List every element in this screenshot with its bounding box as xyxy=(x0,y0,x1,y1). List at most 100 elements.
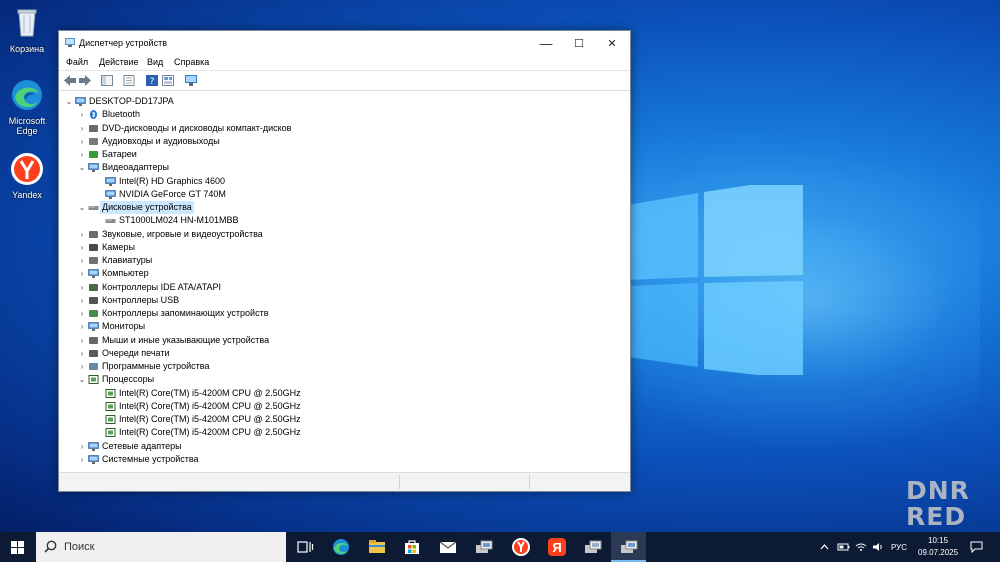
tree-item-label: Звуковые, игровые и видеоустройства xyxy=(102,228,263,239)
clock-time[interactable]: 10:15 xyxy=(928,536,948,545)
status-bar xyxy=(59,472,630,491)
expand-chevron-icon[interactable]: › xyxy=(78,122,86,135)
device-category-icon xyxy=(88,375,99,385)
watermark: DNR RED xyxy=(906,478,970,530)
clock-date[interactable]: 09.07.2025 xyxy=(918,548,958,557)
expand-chevron-icon[interactable]: › xyxy=(78,307,86,320)
desktop-icon-recycle-bin[interactable]: Корзина xyxy=(0,6,54,54)
device-category-icon xyxy=(89,230,98,238)
tree-item-label: Intel(R) HD Graphics 4600 xyxy=(119,175,226,186)
scan-hardware-icon[interactable] xyxy=(185,75,197,86)
device-category-icon xyxy=(89,363,98,370)
computer-icon xyxy=(75,97,86,106)
menu-action[interactable]: Действие xyxy=(99,57,139,67)
expand-chevron-icon[interactable]: › xyxy=(78,148,86,161)
device-category-icon xyxy=(89,336,98,344)
devices-app-icon[interactable] xyxy=(582,536,604,558)
expand-chevron-icon[interactable]: › xyxy=(78,440,86,453)
expand-chevron-icon[interactable]: › xyxy=(78,108,86,121)
start-button-windows-icon[interactable] xyxy=(11,541,24,554)
windows-logo-wallpaper xyxy=(628,185,803,375)
collapse-chevron-icon[interactable]: ⌄ xyxy=(78,201,86,214)
mail-icon[interactable] xyxy=(437,536,459,558)
device-manager-icon xyxy=(65,38,75,47)
tree-item-label: Дисковые устройства xyxy=(100,201,194,214)
device-category-icon xyxy=(88,163,99,173)
file-explorer-icon[interactable] xyxy=(366,536,388,558)
device-category-icon xyxy=(88,322,99,332)
expand-chevron-icon[interactable]: › xyxy=(78,453,86,466)
title-bar[interactable]: Диспетчер устройств — ☐ ✕ xyxy=(59,31,630,55)
expand-chevron-icon[interactable]: › xyxy=(78,228,86,241)
taskbar-edge-icon[interactable] xyxy=(330,536,352,558)
expand-chevron-icon[interactable]: › xyxy=(78,347,86,360)
task-view-icon[interactable] xyxy=(294,536,316,558)
forward-arrow-icon[interactable] xyxy=(79,75,91,86)
taskbar-yandex-browser-icon[interactable] xyxy=(510,536,532,558)
desktop-icon-edge[interactable]: Microsoft Edge xyxy=(0,78,54,136)
help-icon[interactable]: ? xyxy=(146,75,158,86)
view-icon[interactable] xyxy=(162,75,174,86)
maximize-button[interactable]: ☐ xyxy=(562,31,596,55)
device-icon xyxy=(105,415,116,424)
minimize-button[interactable]: — xyxy=(529,31,563,55)
collapse-chevron-icon[interactable]: ⌄ xyxy=(65,95,73,108)
tree-item-label: Intel(R) Core(TM) i5-4200M CPU @ 2.50GHz xyxy=(119,400,301,411)
desktop-icon-label: Yandex xyxy=(12,190,42,200)
device-category-icon xyxy=(89,124,98,132)
device-category-icon xyxy=(89,296,98,304)
microsoft-store-icon[interactable] xyxy=(401,536,423,558)
tray-chevron-up-icon[interactable] xyxy=(820,543,829,551)
menu-file[interactable]: Файл xyxy=(66,57,88,67)
menu-view[interactable]: Вид xyxy=(147,57,163,67)
device-category-icon xyxy=(89,310,98,317)
expand-chevron-icon[interactable]: › xyxy=(78,334,86,347)
expand-chevron-icon[interactable]: › xyxy=(78,320,86,333)
device-category-icon xyxy=(89,283,98,291)
battery-icon[interactable] xyxy=(837,542,850,552)
device-category-icon xyxy=(88,269,99,279)
active-device-manager-icon[interactable] xyxy=(618,536,640,558)
device-icon xyxy=(105,176,116,186)
back-arrow-icon[interactable] xyxy=(64,75,76,86)
desktop-icon-yandex[interactable]: Yandex xyxy=(0,152,54,200)
expand-chevron-icon[interactable]: › xyxy=(78,281,86,294)
device-icon xyxy=(105,428,116,438)
device-category-icon xyxy=(89,257,98,264)
tree-item-label: Intel(R) Core(TM) i5-4200M CPU @ 2.50GHz xyxy=(119,427,301,438)
device-category-icon xyxy=(89,137,98,145)
show-hide-console-tree-icon[interactable] xyxy=(101,75,113,86)
tree-item-label: Камеры xyxy=(102,241,135,252)
device-category-icon xyxy=(88,454,99,464)
close-button[interactable]: ✕ xyxy=(595,31,629,55)
collapse-chevron-icon[interactable]: ⌄ xyxy=(78,161,86,174)
tree-item-label: Bluetooth xyxy=(102,109,141,120)
watermark-line: RED xyxy=(906,502,967,531)
expand-chevron-icon[interactable]: › xyxy=(78,294,86,307)
search-placeholder: Поиск xyxy=(64,541,95,553)
expand-chevron-icon[interactable]: › xyxy=(78,267,86,280)
menu-help[interactable]: Справка xyxy=(174,57,209,67)
properties-icon[interactable] xyxy=(123,75,135,86)
expand-chevron-icon[interactable]: › xyxy=(78,254,86,267)
device-category-icon xyxy=(90,110,97,120)
device-icon xyxy=(105,189,116,199)
desktop-icon-label: Microsoft Edge xyxy=(8,116,46,136)
collapse-chevron-icon[interactable]: ⌄ xyxy=(78,373,86,386)
network-icon[interactable] xyxy=(855,542,867,552)
device-tree[interactable]: ⌄ DESKTOP-DD17JPA › Bluetooth › DVD-дисководы… xyxy=(59,91,630,471)
tree-item-label: DESKTOP-DD17JPA xyxy=(89,96,174,106)
device-manager-taskbar-icon[interactable] xyxy=(473,536,495,558)
taskbar: Поиск Я РУС 10:15 09.07.2025 xyxy=(0,532,1000,562)
expand-chevron-icon[interactable]: › xyxy=(78,135,86,148)
volume-icon[interactable] xyxy=(872,542,884,552)
expand-chevron-icon[interactable]: › xyxy=(78,241,86,254)
notification-center-icon[interactable] xyxy=(970,541,983,553)
tree-item-label: ST1000LM024 HN-M101MBB xyxy=(119,215,239,226)
taskbar-search-box[interactable]: Поиск xyxy=(36,532,286,562)
expand-chevron-icon[interactable]: › xyxy=(78,360,86,373)
yandex-app-icon[interactable]: Я xyxy=(546,536,568,558)
input-language[interactable]: РУС xyxy=(891,543,907,552)
tree-item-label: Программные устройства xyxy=(102,361,210,371)
toolbar: ? xyxy=(59,70,630,91)
